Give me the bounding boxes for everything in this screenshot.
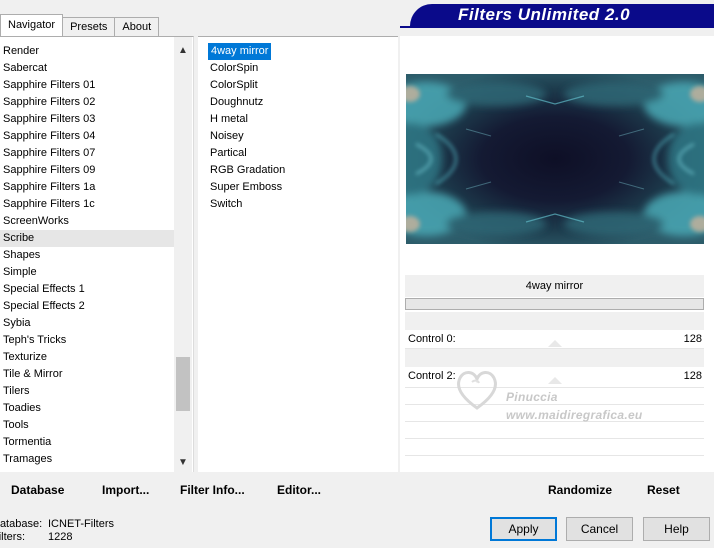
preview-controls-panel: 4way mirror Control 0: 128 Control 2: 12… [400,36,714,472]
tab-navigator[interactable]: Navigator [0,14,64,36]
control-2-label: Control 2: [408,370,456,382]
control-divider [405,455,704,456]
filter-list-panel: 4way mirror ColorSpin ColorSplit Doughnutz H… [198,36,398,472]
control-0-label: Control 0: [408,333,456,345]
filter-preview-image [406,74,704,244]
control-0-slider-marker[interactable] [548,340,562,347]
filter-item[interactable]: 4way mirror [208,43,272,60]
category-item[interactable]: Render [0,43,174,60]
filter-item[interactable]: Partical [208,145,247,162]
filter-item[interactable]: H metal [208,111,248,128]
chevron-down-icon[interactable]: ▼ [174,455,192,471]
category-list-panel: Render Sabercat Sapphire Filters 01 Sapphir… [0,36,194,472]
cancel-button[interactable]: Cancel [566,517,633,541]
category-item[interactable]: Sabercat [0,60,174,77]
import-button[interactable]: Import... [102,481,149,499]
category-item[interactable]: Sybia [0,315,174,332]
category-item[interactable]: Tilers [0,383,174,400]
category-item[interactable]: ScreenWorks [0,213,174,230]
filter-row: ColorSpin [208,60,388,77]
randomize-button[interactable]: Randomize [548,481,612,499]
category-item[interactable]: Sapphire Filters 07 [0,145,174,162]
status-info: Database: ICNET-Filters Filters: 1228 [0,510,200,546]
filter-row: RGB Gradation [208,162,388,179]
filter-item[interactable]: Doughnutz [208,94,263,111]
control-divider [405,404,704,405]
filter-item[interactable]: Super Emboss [208,179,282,196]
control-spacer [405,349,704,367]
chevron-up-icon[interactable]: ▲ [174,43,192,59]
apply-button[interactable]: Apply [490,517,557,541]
filter-progress-bar [405,298,704,310]
filter-row: Partical [208,145,388,162]
category-item[interactable]: Sapphire Filters 04 [0,128,174,145]
tab-about[interactable]: About [114,17,160,36]
category-item[interactable]: Tools [0,417,174,434]
control-spacer [405,312,704,330]
tab-presets[interactable]: Presets [62,17,116,36]
filter-item[interactable]: RGB Gradation [208,162,285,179]
category-item[interactable]: Texturize [0,349,174,366]
filter-row: Noisey [208,128,388,145]
filter-item[interactable]: Noisey [208,128,244,145]
category-item[interactable]: Tile & Mirror [0,366,174,383]
filter-row: 4way mirror [208,43,388,60]
category-item[interactable]: Tramages [0,451,174,468]
filter-controls: Control 0: 128 Control 2: 128 [405,312,704,472]
category-list: Render Sabercat Sapphire Filters 01 Sapphir… [0,43,174,468]
selected-filter-name: 4way mirror [405,275,704,297]
category-item[interactable]: Sapphire Filters 09 [0,162,174,179]
action-bar: Database Import... Filter Info... Editor… [0,473,714,505]
filter-info-button[interactable]: Filter Info... [180,481,245,499]
category-item[interactable]: Tormentia [0,434,174,451]
filter-row: Switch [208,196,388,213]
database-button[interactable]: Database [11,481,64,499]
control-divider [405,438,704,439]
category-item[interactable]: Sapphire Filters 01 [0,77,174,94]
filters-status-label: Filters: [0,531,25,543]
category-scrollbar[interactable]: ▲ ▼ [174,37,192,472]
category-item[interactable]: Sapphire Filters 1c [0,196,174,213]
category-item[interactable]: Sapphire Filters 03 [0,111,174,128]
control-divider [405,421,704,422]
database-status-label: Database: [0,518,43,530]
control-divider [405,387,704,388]
category-item[interactable]: Scribe [0,230,174,247]
category-item[interactable]: Sapphire Filters 1a [0,179,174,196]
category-item[interactable]: Sapphire Filters 02 [0,94,174,111]
editor-button[interactable]: Editor... [277,481,321,499]
control-2-value: 128 [683,370,702,382]
control-0-value: 128 [683,333,702,345]
filter-row: ColorSplit [208,77,388,94]
category-item[interactable]: Simple [0,264,174,281]
scrollbar-thumb[interactable] [176,357,190,411]
filter-item[interactable]: ColorSpin [208,60,258,77]
reset-button[interactable]: Reset [647,481,680,499]
filter-row: H metal [208,111,388,128]
filter-row: Doughnutz [208,94,388,111]
filter-row: Super Emboss [208,179,388,196]
filter-list: 4way mirror ColorSpin ColorSplit Doughnutz H… [208,43,388,213]
filters-status-value: 1228 [48,531,73,543]
app-title: Filters Unlimited 2.0 [458,5,631,24]
filter-item[interactable]: ColorSplit [208,77,258,94]
category-item[interactable]: Shapes [0,247,174,264]
title-banner: Filters Unlimited 2.0 [410,4,714,26]
tab-bar: Navigator Presets About [0,14,160,36]
control-2-slider-marker[interactable] [548,377,562,384]
category-item[interactable]: Teph's Tricks [0,332,174,349]
database-status-value: ICNET-Filters [48,518,114,530]
category-item[interactable]: Special Effects 2 [0,298,174,315]
filter-item[interactable]: Switch [208,196,242,213]
help-button[interactable]: Help [643,517,710,541]
category-item[interactable]: Toadies [0,400,174,417]
category-item[interactable]: Special Effects 1 [0,281,174,298]
banner-underline [400,26,714,28]
